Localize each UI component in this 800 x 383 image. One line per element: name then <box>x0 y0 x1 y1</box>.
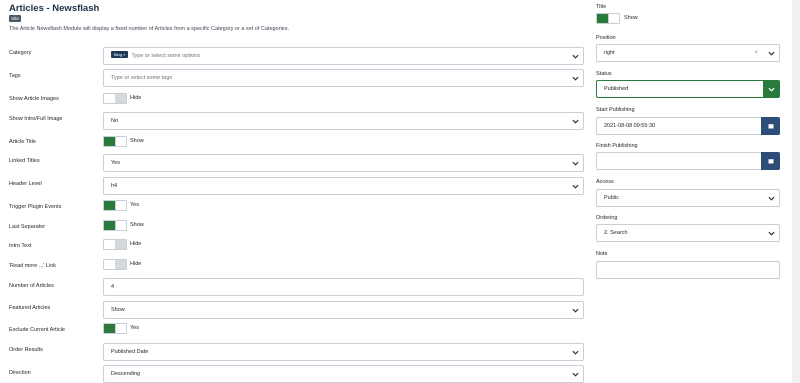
chevron-down-icon[interactable] <box>763 45 780 61</box>
position-select[interactable]: right × <box>596 44 780 62</box>
tag-remove-icon[interactable]: × <box>123 52 125 57</box>
position-label: Position <box>596 35 616 41</box>
category-placeholder: Type or select some options <box>131 53 200 59</box>
order-results-label: Order Results <box>9 347 43 353</box>
show-intro-full-image-value: No <box>111 118 119 124</box>
ordering-select[interactable]: 2. Search <box>596 224 780 242</box>
start-publishing-label: Start Publishing <box>596 107 635 113</box>
header-level-label: Header Level <box>9 181 42 187</box>
note-input[interactable] <box>596 261 780 279</box>
order-results-value: Published Date <box>111 349 149 355</box>
direction-label: Direction <box>9 370 31 376</box>
exclude-current-article-label: Exclude Current Article <box>9 327 65 333</box>
chevron-down-icon[interactable] <box>567 366 583 382</box>
status-select[interactable]: Published <box>596 80 780 98</box>
page-scrollbar[interactable] <box>792 0 800 383</box>
intro-text-label: Intro Text <box>9 243 32 249</box>
featured-articles-select[interactable]: Show <box>103 301 584 319</box>
chevron-down-icon[interactable] <box>567 155 583 171</box>
title-visibility-toggle[interactable] <box>596 13 620 24</box>
chevron-down-icon[interactable] <box>567 48 583 64</box>
header-level-select[interactable]: h4 <box>103 177 584 195</box>
article-title-toggle[interactable] <box>103 136 127 147</box>
category-select[interactable]: Blog × Type or select some options <box>103 47 584 65</box>
site-badge: Site <box>9 15 21 22</box>
access-label: Access <box>596 179 614 185</box>
read-more-link-label: 'Read more ...' Link <box>9 263 57 269</box>
chevron-down-icon[interactable] <box>567 302 583 318</box>
start-publishing-value: 2021-08-08 09:55:30 <box>604 123 656 129</box>
linked-titles-select[interactable]: Yes <box>103 154 584 172</box>
category-label: Category <box>9 50 32 56</box>
intro-text-toggle[interactable] <box>103 239 127 250</box>
chevron-down-icon[interactable] <box>763 190 779 206</box>
number-of-articles-input[interactable]: 4 <box>103 278 584 296</box>
tags-placeholder: Type or select some tags <box>111 75 173 81</box>
read-more-link-toggle[interactable] <box>103 259 127 270</box>
tags-label: Tags <box>9 73 21 79</box>
status-value: Published <box>604 86 629 92</box>
show-intro-full-image-select[interactable]: No <box>103 112 584 130</box>
chevron-down-icon[interactable] <box>567 70 583 86</box>
trigger-plugin-events-toggle[interactable] <box>103 200 127 211</box>
page-title: Articles - Newsflash <box>9 3 100 14</box>
number-of-articles-label: Number of Articles <box>9 283 54 289</box>
access-select[interactable]: Public <box>596 189 780 207</box>
number-of-articles-value: 4 <box>111 284 115 290</box>
ordering-label: Ordering <box>596 215 618 221</box>
linked-titles-label: Linked Titles <box>9 158 40 164</box>
category-tag[interactable]: Blog × <box>111 51 129 59</box>
category-value: Blog × Type or select some options <box>111 48 200 64</box>
chevron-down-icon[interactable] <box>567 344 583 360</box>
read-more-link-state: Hide <box>130 261 142 267</box>
title-visibility-label: Title <box>596 4 607 10</box>
linked-titles-value: Yes <box>111 160 120 166</box>
order-results-select[interactable]: Published Date <box>103 343 584 361</box>
trigger-plugin-events-state: Yes <box>130 202 139 208</box>
exclude-current-article-state: Yes <box>130 325 139 331</box>
featured-articles-label: Featured Articles <box>9 305 51 311</box>
last-separator-toggle[interactable] <box>103 220 127 231</box>
access-value: Public <box>604 195 619 201</box>
calendar-icon[interactable] <box>761 152 780 170</box>
show-article-images-toggle[interactable] <box>103 93 127 104</box>
finish-publishing-input[interactable] <box>596 152 780 170</box>
chevron-down-icon[interactable] <box>567 113 583 129</box>
featured-articles-value: Show <box>111 307 125 313</box>
finish-publishing-label: Finish Publishing <box>596 143 638 149</box>
clear-icon[interactable]: × <box>754 45 758 61</box>
direction-select[interactable]: Descending <box>103 365 584 383</box>
show-intro-full-image-label: Show Intro/Full Image <box>9 116 63 122</box>
position-value: right <box>604 50 615 56</box>
chevron-down-icon[interactable] <box>763 225 779 241</box>
chevron-down-icon[interactable] <box>567 178 583 194</box>
intro-text-state: Hide <box>130 241 142 247</box>
status-label: Status <box>596 71 612 77</box>
start-publishing-input[interactable]: 2021-08-08 09:55:30 <box>596 117 780 135</box>
article-title-label: Article Title <box>9 139 36 145</box>
last-separator-label: Last Separator <box>9 224 46 230</box>
direction-value: Descending <box>111 371 141 377</box>
exclude-current-article-toggle[interactable] <box>103 323 127 334</box>
title-visibility-state: Show <box>624 15 638 21</box>
tags-select[interactable]: Type or select some tags <box>103 69 584 87</box>
chevron-down-icon[interactable] <box>763 81 779 97</box>
note-label: Note <box>596 251 608 257</box>
trigger-plugin-events-label: Trigger Plugin Events <box>9 204 62 210</box>
article-title-state: Show <box>130 138 144 144</box>
ordering-value: 2. Search <box>604 230 628 236</box>
calendar-icon[interactable] <box>761 117 780 135</box>
module-description: The Article Newsflash Module will displa… <box>9 26 290 32</box>
header-level-value: h4 <box>111 183 118 189</box>
show-article-images-state: Hide <box>130 95 142 101</box>
last-separator-state: Show <box>130 222 144 228</box>
show-article-images-label: Show Article Images <box>9 96 59 102</box>
